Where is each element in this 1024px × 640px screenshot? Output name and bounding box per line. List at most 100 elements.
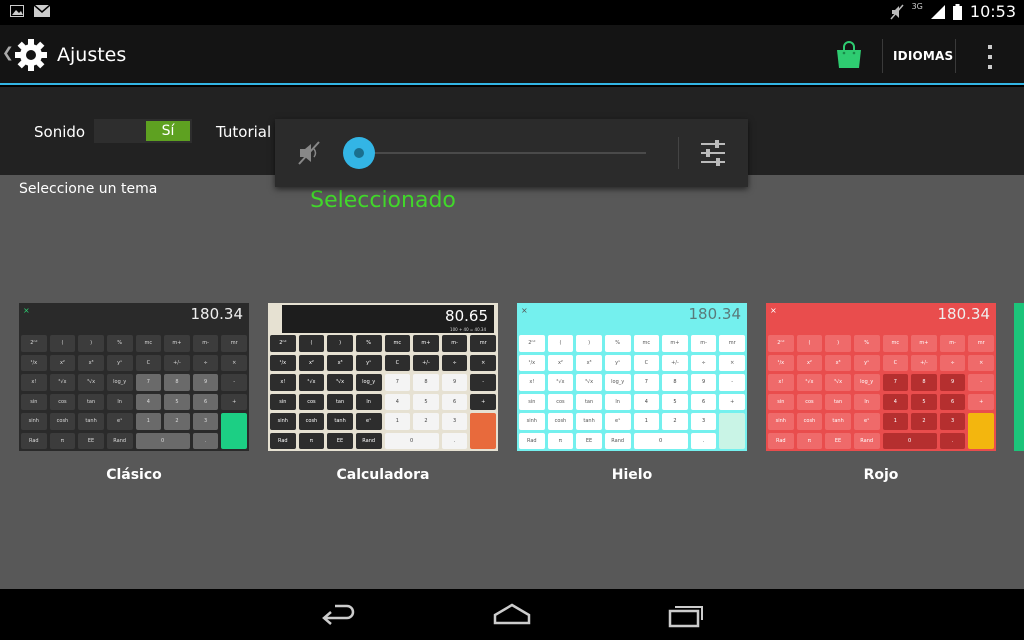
preview-key: sinh (768, 413, 794, 430)
preview-key: x³ (825, 354, 851, 371)
preview-key: cosh (796, 413, 823, 430)
preview-key: 3 (939, 413, 966, 430)
preview-keypad: 2ⁿᵈ()% mc m+ m-mr ¹/x x² x³ yˣ C +/- ÷ × x! ²√x ³√x log… (21, 335, 247, 449)
preview-key: 9 (939, 374, 966, 391)
sound-toggle[interactable]: Sí (94, 119, 192, 143)
preview-key: ¹/x (21, 354, 47, 371)
theme-selector: Seleccione un tema × 180.34 2ⁿᵈ()% mc m+ m-mr… (0, 175, 1024, 589)
languages-button[interactable]: IDIOMAS (893, 49, 953, 63)
mute-icon (890, 4, 904, 19)
preview-display: × 180.34 (19, 303, 249, 333)
preview-key: Rad (519, 432, 545, 449)
theme-name-label: Rojo (863, 467, 899, 483)
preview-key: x² (547, 354, 574, 371)
preview-key: 2ⁿᵈ (768, 335, 794, 352)
up-chevron-icon[interactable]: ❮ (2, 45, 14, 61)
preview-key: ln (604, 393, 631, 410)
status-bar: 3G 10:53 (0, 0, 1024, 25)
volume-slider-handle[interactable] (343, 137, 375, 169)
preview-key: mc (633, 335, 660, 352)
preview-key: cos (796, 393, 823, 410)
preview-key: mr (221, 335, 247, 352)
shopping-bag-icon[interactable] (836, 41, 862, 69)
preview-key: ³√x (327, 374, 353, 391)
theme-card-1[interactable]: 80.65 100 + 40 = 40.34 2ⁿᵈ()% mc m+ m-mr ¹/x x²… (268, 303, 498, 451)
preview-key: log_y (106, 374, 133, 391)
preview-keypad: 2ⁿᵈ()% mc m+ m-mr ¹/x x² x³ yˣ C +/- ÷ × x! ²√x ³√x log… (519, 335, 745, 449)
preview-key: - (470, 374, 496, 391)
preview-key: 9 (690, 374, 717, 391)
preview-key: 6 (192, 393, 219, 410)
preview-key: + (719, 393, 745, 410)
preview-key: 3 (192, 413, 219, 430)
preview-key: cosh (298, 413, 325, 430)
theme-card-2[interactable]: × 180.34 2ⁿᵈ()% mc m+ m-mr ¹/x x² x³ yˣ C +/- ÷ × x! ²√… (517, 303, 747, 451)
volume-slider-track[interactable] (361, 152, 646, 154)
sound-label: Sonido (34, 123, 86, 141)
preview-key: π (49, 432, 76, 449)
preview-key: m+ (164, 335, 190, 352)
preview-key: 3 (441, 413, 468, 430)
nav-home-icon[interactable] (493, 603, 531, 625)
preview-key: tan (825, 393, 851, 410)
preview-key: tan (327, 393, 353, 410)
preview-key: 0 (882, 432, 937, 449)
preview-key: - (968, 374, 994, 391)
preview-key (221, 413, 247, 449)
preview-key: % (106, 335, 133, 352)
theme-card-partial[interactable] (1014, 303, 1024, 451)
preview-key: 4 (384, 393, 411, 410)
calculator-preview: × 180.34 2ⁿᵈ()% mc m+ m-mr ¹/x x² x³ yˣ C +/- ÷ × x! ²√… (19, 303, 249, 451)
preview-key: 7 (384, 374, 411, 391)
preview-key: ¹/x (270, 354, 296, 371)
mail-icon (34, 5, 50, 17)
preview-key: π (796, 432, 823, 449)
theme-name-label: Hielo (611, 467, 653, 483)
preview-key: % (355, 335, 382, 352)
volume-muted-icon[interactable] (297, 140, 323, 166)
preview-key: x! (768, 374, 794, 391)
volume-popup (275, 119, 748, 187)
preview-key: yˣ (355, 354, 382, 371)
theme-card-3[interactable]: × 180.34 2ⁿᵈ()% mc m+ m-mr ¹/x x² x³ yˣ C +/- ÷ × x! ²√… (766, 303, 996, 451)
theme-card-0[interactable]: × 180.34 2ⁿᵈ()% mc m+ m-mr ¹/x x² x³ yˣ C +/- ÷ × x! ²√… (19, 303, 249, 451)
preview-key: Rad (270, 432, 296, 449)
preview-key: ÷ (441, 354, 468, 371)
preview-key: sinh (21, 413, 47, 430)
preview-key: 6 (441, 393, 468, 410)
page-title: Ajustes (57, 44, 127, 66)
preview-key: 2ⁿᵈ (21, 335, 47, 352)
theme-name-label: Clásico (106, 467, 162, 483)
preview-key: sin (21, 393, 47, 410)
preview-key: 2ⁿᵈ (270, 335, 296, 352)
preview-key: 7 (882, 374, 909, 391)
preview-key: × (221, 354, 247, 371)
action-bar: ❮ Ajustes IDIOMAS (0, 25, 1024, 85)
image-icon (10, 5, 24, 17)
preview-key: EE (825, 432, 851, 449)
preview-keypad: 2ⁿᵈ()% mc m+ m-mr ¹/x x² x³ yˣ C +/- ÷ × x! ²√x ³√x log… (270, 335, 496, 449)
preview-key: eˣ (355, 413, 382, 430)
preview-key: 2 (164, 413, 190, 430)
preview-key: ( (298, 335, 325, 352)
preview-close-glyph: × (23, 306, 30, 315)
preview-key: Rand (853, 432, 880, 449)
preview-key: 1 (384, 413, 411, 430)
preview-key: 9 (192, 374, 219, 391)
nav-recent-apps-icon[interactable] (668, 602, 704, 628)
sound-toggle-on-state: Sí (146, 121, 190, 141)
equalizer-settings-icon[interactable] (699, 139, 727, 167)
preview-key: 5 (911, 393, 937, 410)
preview-key: eˣ (106, 413, 133, 430)
nav-back-icon[interactable] (321, 603, 357, 627)
preview-key: ) (78, 335, 104, 352)
preview-key: +/- (164, 354, 190, 371)
preview-display-value: 80.65 (445, 307, 488, 325)
overflow-menu-icon[interactable] (983, 43, 997, 71)
preview-key: x! (21, 374, 47, 391)
gear-icon[interactable] (14, 38, 48, 72)
preview-key: x³ (576, 354, 602, 371)
preview-key: yˣ (604, 354, 631, 371)
preview-key: m- (192, 335, 219, 352)
preview-key: 6 (939, 393, 966, 410)
